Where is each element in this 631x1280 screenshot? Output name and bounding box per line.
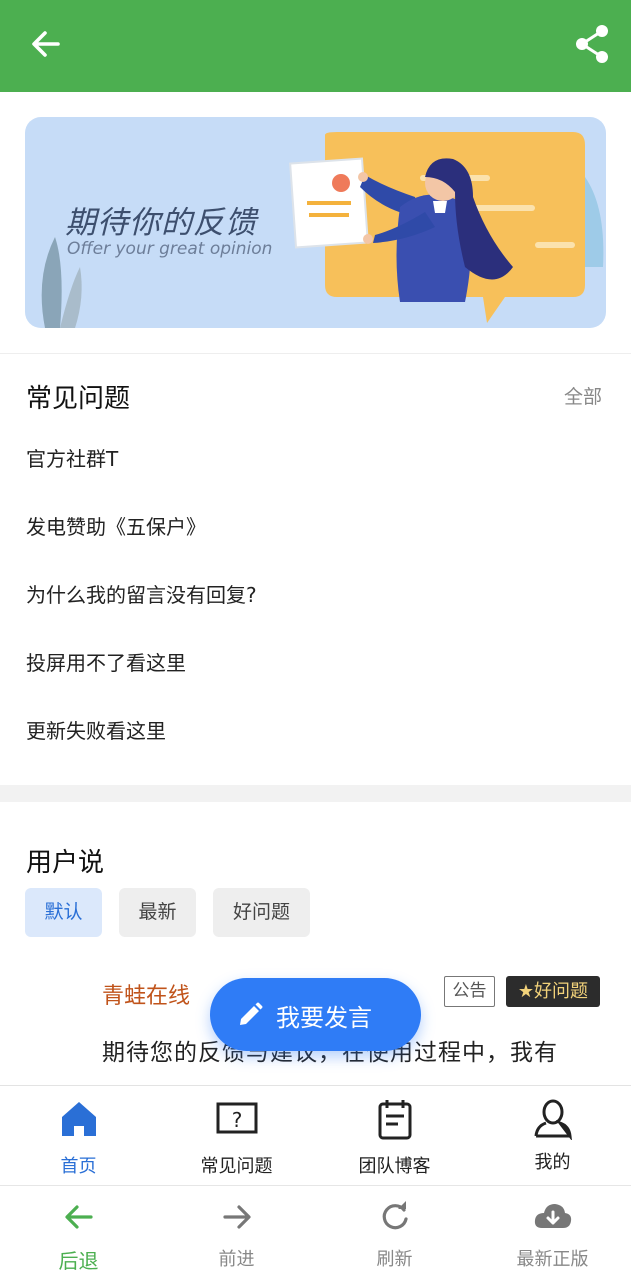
faq-item[interactable]: 发电赞助《五保户》 — [26, 511, 206, 540]
svg-text:?: ? — [232, 1108, 243, 1132]
share-icon[interactable] — [572, 22, 612, 66]
section-divider — [0, 785, 631, 802]
pencil-icon — [240, 1002, 263, 1025]
tab-faq[interactable]: ? 常见问题 — [158, 1086, 315, 1186]
nav-label: 后退 — [58, 1249, 99, 1273]
top-app-bar — [0, 0, 631, 92]
nav-refresh[interactable]: 刷新 — [316, 1186, 473, 1280]
filter-good-question-chip[interactable]: 好问题 — [213, 888, 310, 937]
post-message-button[interactable]: 我要发言 — [210, 978, 421, 1051]
bottom-tab-bar: 首页 ? 常见问题 团队博客 我的 — [0, 1085, 631, 1185]
back-arrow-icon[interactable] — [26, 24, 66, 64]
tab-mine[interactable]: 我的 — [474, 1086, 631, 1186]
arrow-left-icon — [65, 1205, 93, 1229]
nav-label: 刷新 — [376, 1249, 413, 1270]
refresh-icon — [382, 1201, 408, 1230]
tab-label: 首页 — [60, 1156, 97, 1177]
cloud-download-icon — [534, 1204, 572, 1228]
browser-nav-bar: 后退 前进 刷新 最新正版 — [0, 1185, 631, 1280]
faq-item[interactable]: 更新失败看这里 — [26, 715, 166, 744]
question-box-icon: ? — [216, 1102, 258, 1134]
tab-home[interactable]: 首页 — [0, 1086, 157, 1186]
banner-subtitle: Offer your great opinion — [67, 239, 273, 259]
notepad-icon — [378, 1100, 412, 1140]
faq-title: 常见问题 — [26, 384, 131, 414]
user-icon — [534, 1099, 572, 1140]
filter-latest-chip[interactable]: 最新 — [119, 888, 196, 937]
nav-latest-version[interactable]: 最新正版 — [474, 1186, 631, 1280]
faq-item[interactable]: 官方社群T — [26, 443, 118, 472]
fab-label: 我要发言 — [276, 1004, 372, 1032]
tab-team-blog[interactable]: 团队博客 — [316, 1086, 473, 1186]
good-question-badge: ★好问题 — [506, 976, 600, 1007]
nav-forward[interactable]: 前进 — [158, 1186, 315, 1280]
tab-label: 常见问题 — [200, 1156, 273, 1177]
tab-label: 团队博客 — [358, 1156, 431, 1177]
faq-all-link[interactable]: 全部 — [564, 382, 602, 409]
arrow-right-icon — [223, 1205, 251, 1229]
faq-section: 常见问题 全部 官方社群T 发电赞助《五保户》 为什么我的留言没有回复? 投屏用… — [0, 353, 631, 785]
banner-title: 期待你的反馈 — [65, 205, 257, 241]
nav-label: 前进 — [218, 1249, 255, 1270]
home-icon — [62, 1102, 96, 1136]
feedback-banner[interactable]: 期待你的反馈 Offer your great opinion — [25, 117, 606, 328]
user-says-title: 用户说 — [26, 848, 105, 878]
nav-label: 最新正版 — [516, 1249, 589, 1270]
faq-item[interactable]: 投屏用不了看这里 — [26, 647, 186, 676]
nav-back[interactable]: 后退 — [0, 1186, 157, 1280]
notice-badge: 公告 — [444, 976, 495, 1007]
filter-default-chip[interactable]: 默认 — [25, 888, 102, 937]
faq-item[interactable]: 为什么我的留言没有回复? — [26, 579, 257, 608]
post-author[interactable]: 青蛙在线 — [102, 978, 190, 1010]
tab-label: 我的 — [534, 1152, 571, 1173]
